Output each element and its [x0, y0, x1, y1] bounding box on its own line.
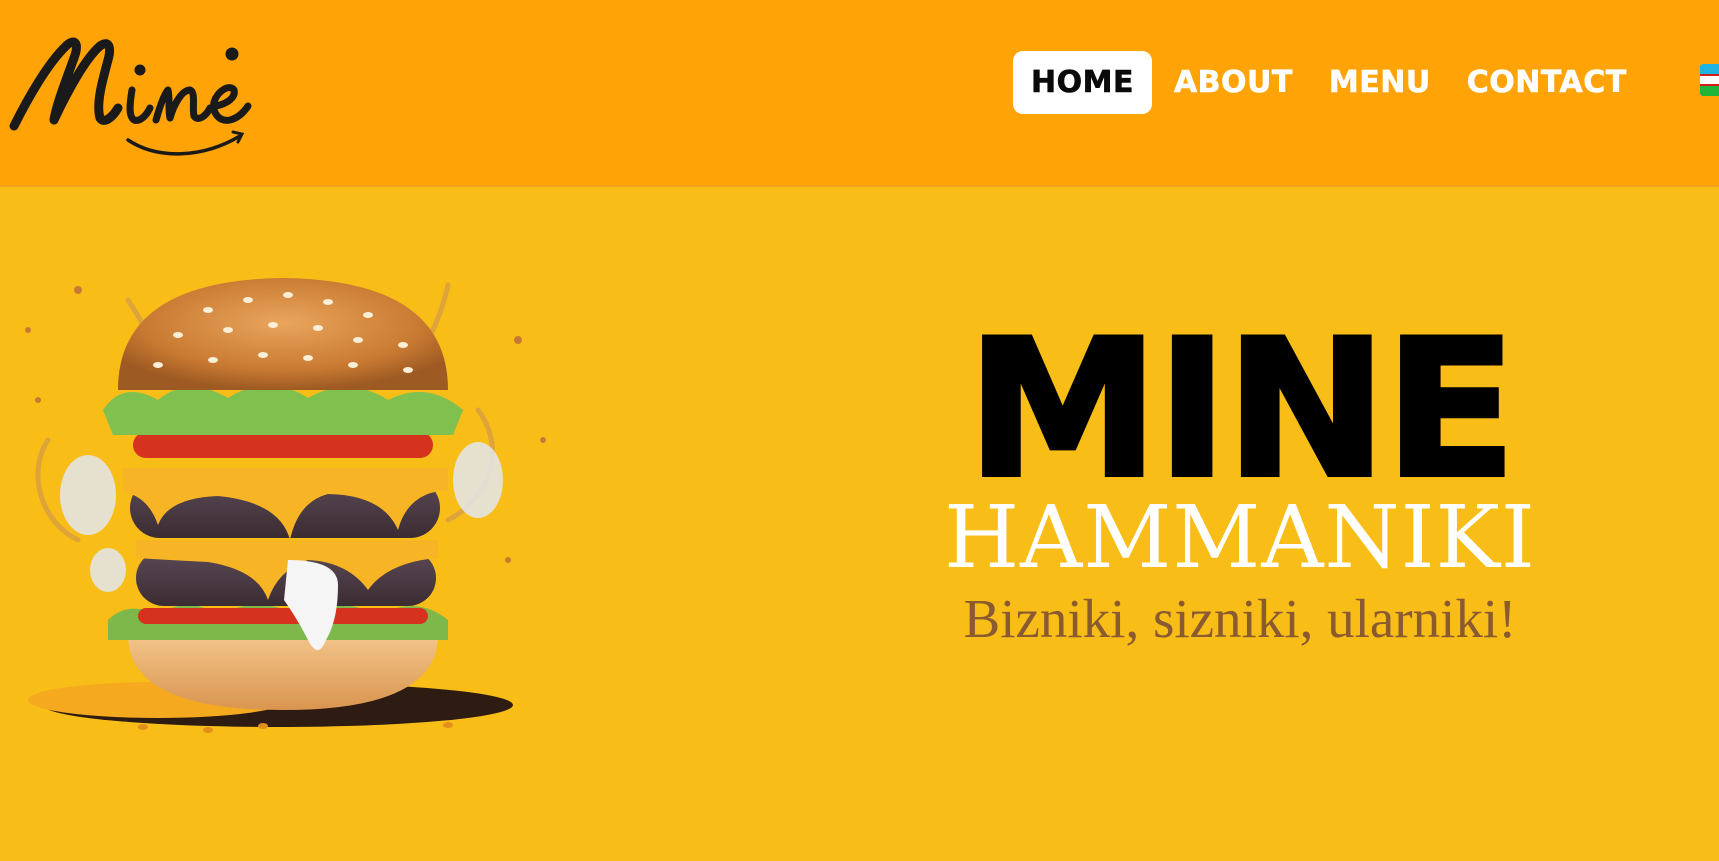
nav-menu[interactable]: MENU: [1311, 51, 1449, 114]
site-header: HOME ABOUT MENU CONTACT: [0, 0, 1719, 187]
uzbekistan-flag-icon[interactable]: [1700, 64, 1719, 96]
hero-text: MINE HAMMANIKI Bizniki, sizniki, ularnik…: [940, 313, 1540, 654]
burger-image: [8, 240, 563, 740]
nav-home[interactable]: HOME: [1013, 51, 1152, 114]
nav-about[interactable]: ABOUT: [1156, 51, 1311, 114]
nav-contact[interactable]: CONTACT: [1449, 51, 1645, 114]
hero-title: MINE: [964, 299, 1518, 520]
main-nav: HOME ABOUT MENU CONTACT: [1013, 51, 1645, 114]
hero-tagline: Bizniki, sizniki, ularniki!: [963, 588, 1517, 649]
brand-logo[interactable]: [8, 28, 270, 168]
